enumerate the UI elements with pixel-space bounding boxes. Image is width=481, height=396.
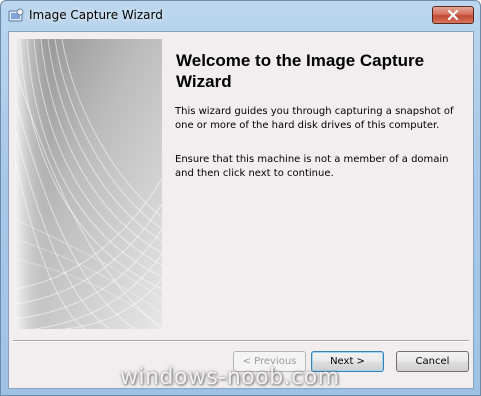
wizard-banner-graphic	[15, 39, 162, 329]
cancel-button[interactable]: Cancel	[396, 351, 469, 372]
wizard-client-area: Welcome to the Image Capture Wizard This…	[8, 31, 474, 389]
close-button[interactable]	[432, 6, 474, 24]
wizard-description: This wizard guides you through capturing…	[175, 106, 454, 131]
wizard-window: Image Capture Wizard Welcome to the Imag…	[0, 0, 481, 396]
wizard-instruction: Ensure that this machine is not a member…	[175, 154, 449, 179]
window-title: Image Capture Wizard	[29, 8, 163, 22]
button-separator	[13, 340, 469, 342]
watermark-text: windows-noob.com	[120, 365, 340, 390]
title-bar[interactable]: Image Capture Wizard	[1, 1, 480, 31]
wizard-app-icon	[8, 8, 24, 24]
wizard-heading: Welcome to the Image Capture Wizard	[176, 51, 425, 91]
close-icon	[447, 10, 459, 20]
